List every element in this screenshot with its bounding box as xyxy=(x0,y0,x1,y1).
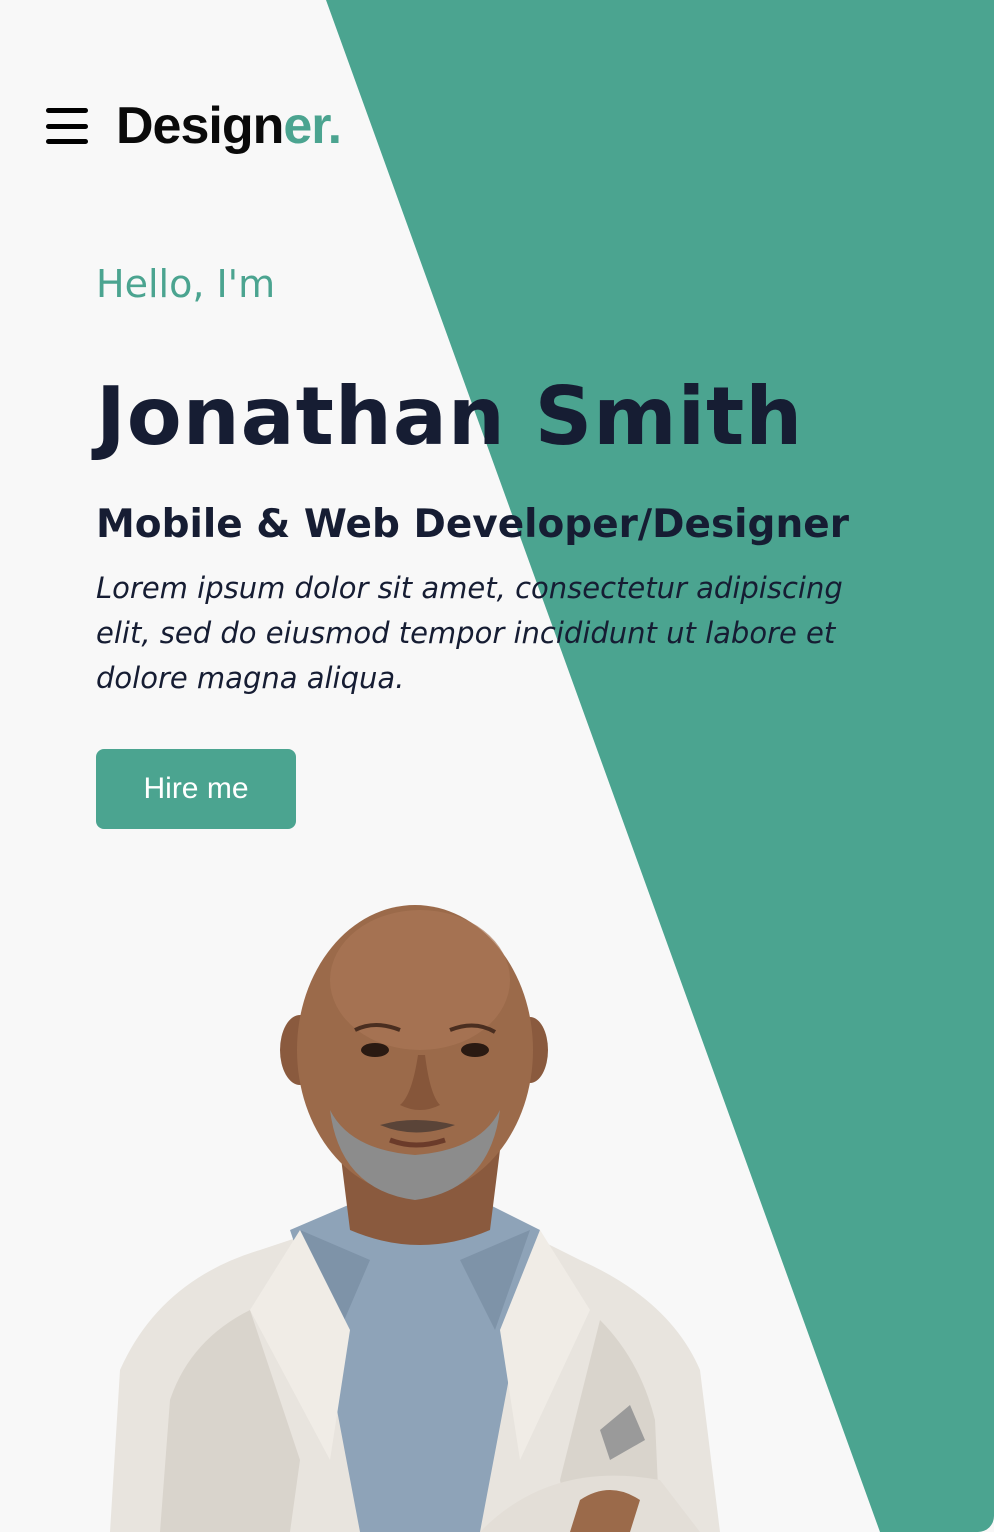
logo[interactable]: Designer. xyxy=(116,96,342,156)
hamburger-menu-icon[interactable] xyxy=(46,108,88,144)
logo-main: Design xyxy=(116,97,284,155)
hire-me-button[interactable]: Hire me xyxy=(96,749,296,829)
logo-accent: er. xyxy=(283,97,342,155)
hero-name: Jonathan Smith xyxy=(96,370,804,463)
hero-bio: Lorem ipsum dolor sit amet, consectetur … xyxy=(96,571,843,695)
hero-greeting: Hello, I'm xyxy=(96,262,276,306)
hero-role: Mobile & Web Developer/Designer xyxy=(96,502,849,547)
portrait-image xyxy=(110,905,720,1532)
page: Designer. Hello, I'm Jonathan Smith Mobi… xyxy=(0,0,994,1532)
header: Designer. xyxy=(46,96,342,156)
